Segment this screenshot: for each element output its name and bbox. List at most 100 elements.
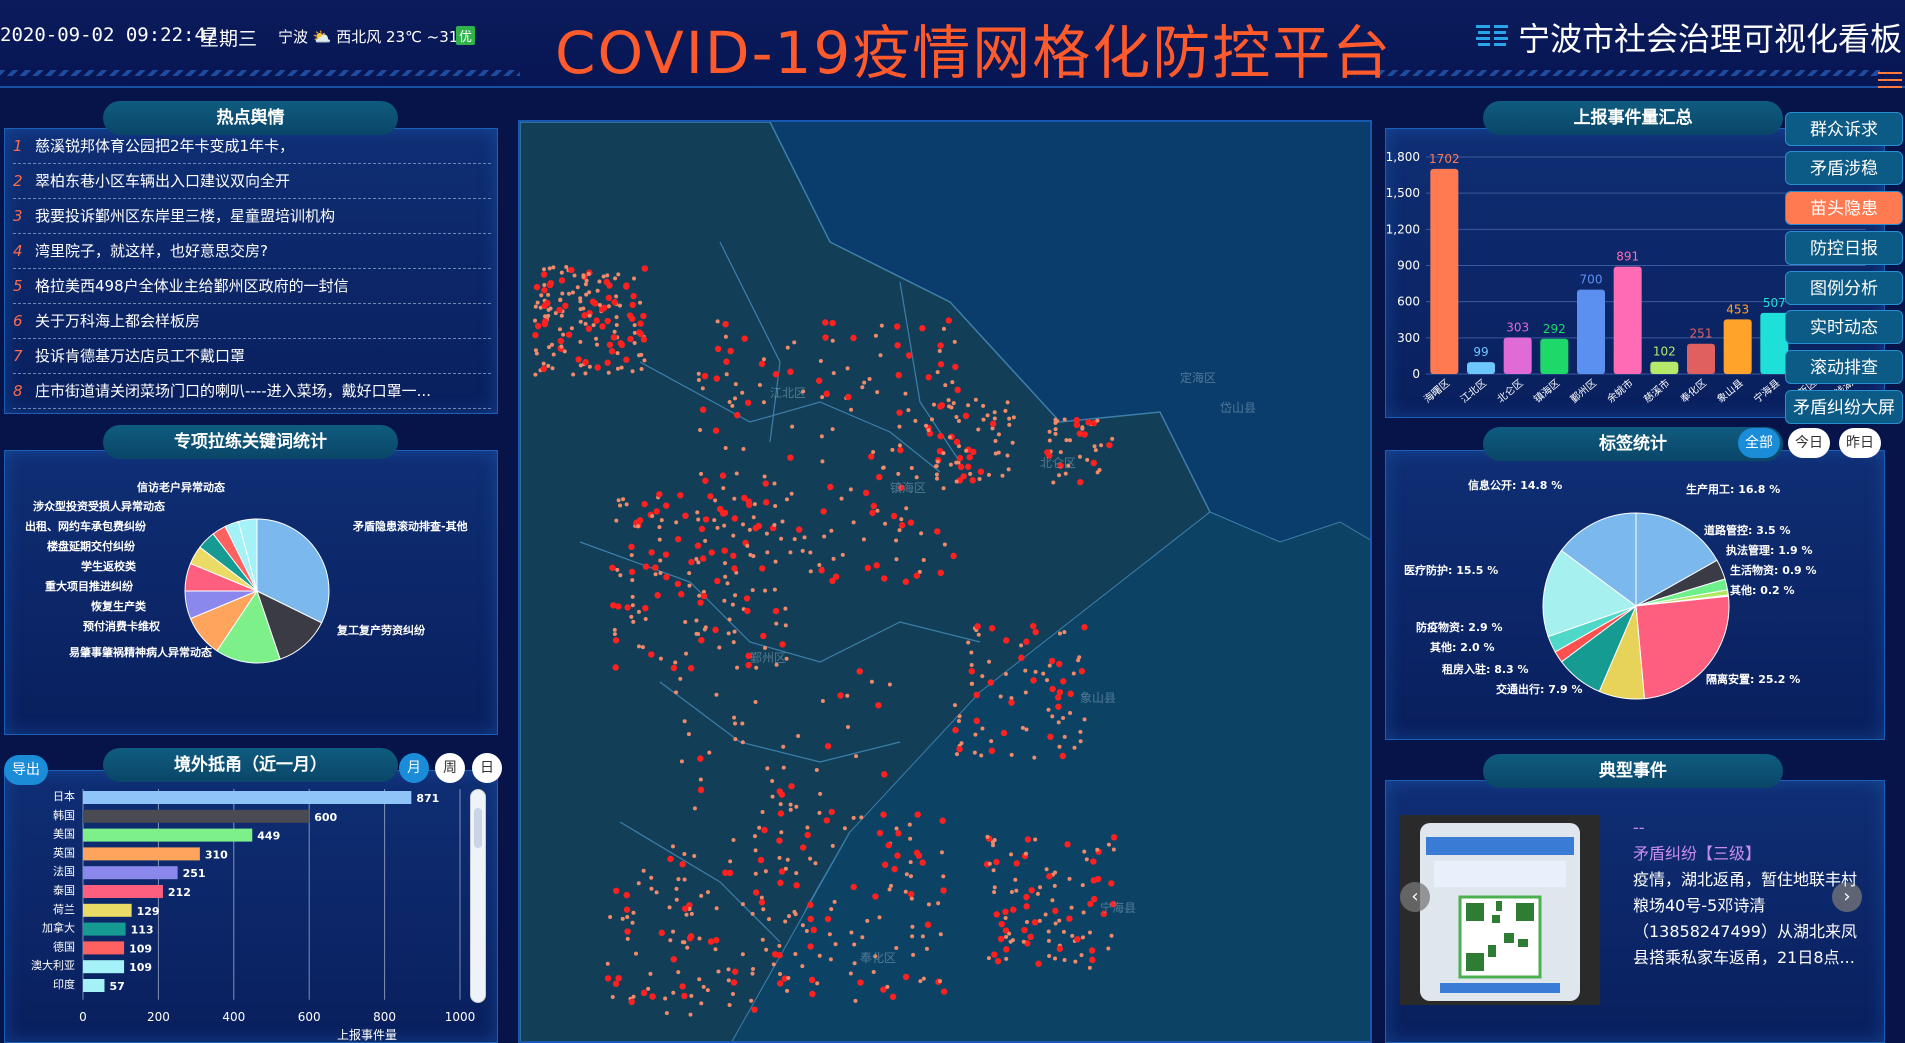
map-event-point[interactable]	[969, 650, 974, 655]
map-event-point[interactable]	[623, 906, 631, 913]
map-event-point[interactable]	[1037, 918, 1042, 923]
map-event-point[interactable]	[772, 481, 777, 486]
map-event-point[interactable]	[628, 543, 635, 551]
map-event-point[interactable]	[881, 575, 888, 582]
map-event-point[interactable]	[608, 348, 616, 355]
map-event-point[interactable]	[829, 319, 836, 327]
map-event-point[interactable]	[1066, 915, 1073, 922]
map-event-point[interactable]	[730, 403, 735, 408]
map-event-point[interactable]	[1097, 467, 1102, 472]
map-event-point[interactable]	[697, 755, 704, 762]
map-event-point[interactable]	[615, 974, 622, 982]
map-event-point[interactable]	[636, 881, 641, 886]
map-event-point[interactable]	[977, 477, 982, 482]
map-event-point[interactable]	[850, 883, 857, 891]
map-event-point[interactable]	[822, 534, 827, 539]
map-event-point[interactable]	[639, 352, 644, 357]
map-event-point[interactable]	[788, 783, 795, 790]
map-event-point[interactable]	[604, 359, 611, 366]
map-event-point[interactable]	[820, 699, 825, 704]
side-menu-realtime[interactable]: 实时动态	[1785, 310, 1903, 344]
map-event-point[interactable]	[851, 815, 856, 820]
map-event-point[interactable]	[894, 946, 899, 951]
map-event-point[interactable]	[741, 335, 748, 342]
map-event-point[interactable]	[1009, 889, 1014, 894]
map-event-point[interactable]	[636, 517, 644, 524]
side-menu-conflict-stability[interactable]: 矛盾涉稳	[1785, 151, 1903, 185]
map-event-point[interactable]	[1020, 725, 1025, 730]
map-event-point[interactable]	[550, 366, 555, 371]
map-event-point[interactable]	[723, 445, 728, 450]
map-event-point[interactable]	[734, 411, 741, 419]
map-event-point[interactable]	[642, 358, 647, 363]
map-event-point[interactable]	[973, 732, 978, 737]
map-event-point[interactable]	[1090, 877, 1097, 884]
map-event-point[interactable]	[808, 976, 816, 984]
map-event-point[interactable]	[614, 294, 619, 299]
map-event-point[interactable]	[749, 998, 754, 1003]
map-event-point[interactable]	[785, 857, 790, 862]
map-event-point[interactable]	[671, 990, 676, 995]
map-event-point[interactable]	[1053, 921, 1058, 926]
map-event-point[interactable]	[1106, 441, 1113, 449]
menu-icon[interactable]	[1878, 72, 1902, 90]
map-event-point[interactable]	[615, 351, 620, 356]
map-event-point[interactable]	[620, 916, 625, 921]
map-event-point[interactable]	[913, 849, 921, 856]
map-event-point[interactable]	[619, 365, 624, 370]
map-event-point[interactable]	[1087, 930, 1092, 935]
map-event-point[interactable]	[919, 531, 924, 536]
map-event-point[interactable]	[1078, 729, 1083, 734]
map-event-point[interactable]	[624, 502, 629, 507]
map-event-point[interactable]	[830, 427, 835, 432]
map-event-point[interactable]	[956, 454, 964, 462]
map-event-point[interactable]	[968, 471, 973, 476]
map-event-point[interactable]	[667, 855, 674, 863]
map-event-point[interactable]	[752, 834, 757, 839]
map-event-point[interactable]	[1095, 418, 1100, 423]
map-event-point[interactable]	[823, 817, 831, 824]
map-event-point[interactable]	[606, 341, 614, 348]
map-event-point[interactable]	[781, 744, 786, 749]
report-bar[interactable]	[1723, 319, 1752, 374]
map-event-point[interactable]	[632, 340, 637, 345]
map-event-point[interactable]	[891, 865, 898, 873]
map-event-point[interactable]	[692, 806, 697, 811]
map-event-point[interactable]	[643, 616, 648, 621]
report-bar[interactable]	[1650, 361, 1679, 374]
map-event-point[interactable]	[759, 565, 766, 572]
map-event-point[interactable]	[636, 644, 641, 649]
map-event-point[interactable]	[534, 322, 542, 330]
map-event-point[interactable]	[562, 302, 569, 309]
map-event-point[interactable]	[862, 489, 870, 497]
map-event-point[interactable]	[1110, 436, 1115, 441]
map-event-point[interactable]	[612, 627, 617, 632]
map-event-point[interactable]	[744, 607, 751, 615]
map-event-point[interactable]	[881, 861, 889, 868]
map-event-point[interactable]	[848, 971, 853, 976]
map-event-point[interactable]	[908, 860, 913, 865]
map-event-point[interactable]	[683, 619, 688, 624]
map-event-point[interactable]	[654, 592, 661, 599]
abroad-bar[interactable]	[83, 903, 132, 917]
map-event-point[interactable]	[628, 998, 635, 1006]
map-event-point[interactable]	[934, 472, 939, 477]
map-event-point[interactable]	[641, 500, 648, 508]
map-event-point[interactable]	[613, 887, 620, 894]
map-event-point[interactable]	[993, 438, 998, 443]
map-event-point[interactable]	[989, 739, 994, 744]
map-event-point[interactable]	[721, 509, 729, 517]
map-event-point[interactable]	[585, 325, 593, 332]
map-event-point[interactable]	[1056, 945, 1064, 952]
map-event-point[interactable]	[629, 301, 636, 309]
map-event-point[interactable]	[591, 323, 596, 328]
map-event-point[interactable]	[618, 573, 623, 578]
map-event-point[interactable]	[792, 340, 797, 345]
map-event-point[interactable]	[828, 808, 835, 816]
map-event-point[interactable]	[584, 278, 589, 283]
map-event-point[interactable]	[985, 834, 990, 839]
map-event-point[interactable]	[778, 802, 783, 807]
map-event-point[interactable]	[630, 603, 635, 608]
map-event-point[interactable]	[785, 345, 790, 350]
map-event-point[interactable]	[674, 580, 682, 588]
